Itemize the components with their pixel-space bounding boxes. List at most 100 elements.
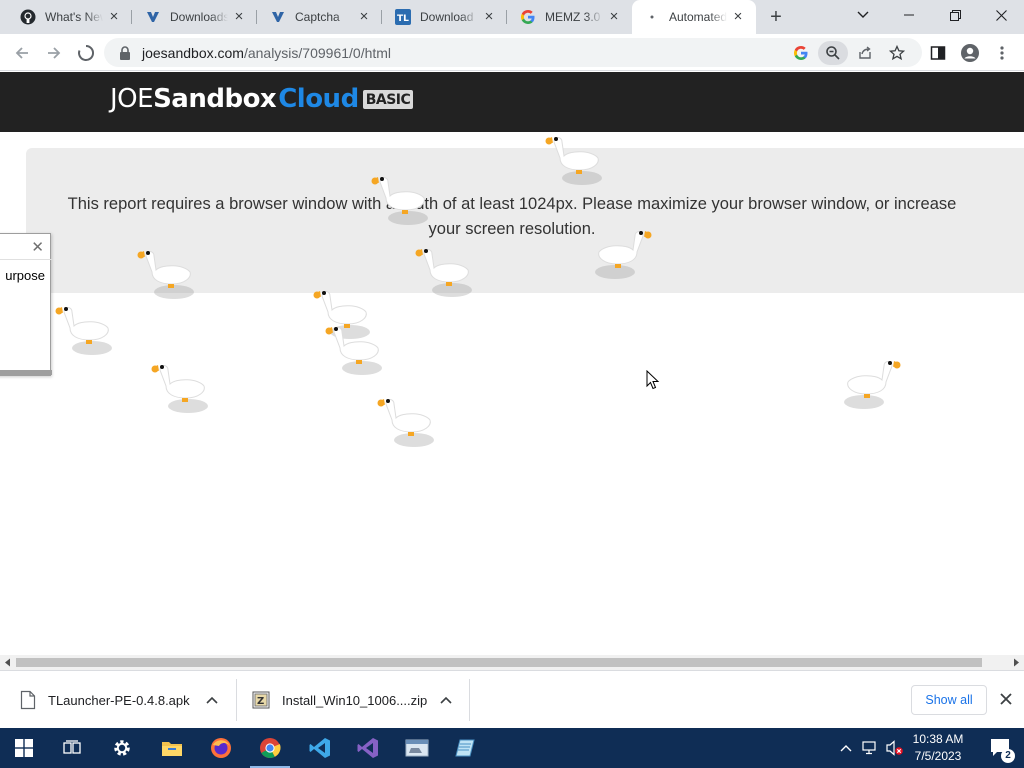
close-icon[interactable]: × [106, 9, 122, 25]
goose-icon[interactable] [585, 222, 655, 282]
popup-window[interactable]: ✕ urpose [0, 233, 52, 376]
url-path: /analysis/709961/0/html [243, 45, 392, 61]
taskbar-chrome[interactable] [246, 728, 294, 768]
download-item[interactable]: TLauncher-PE-0.4.8.apk [20, 678, 220, 722]
close-icon[interactable]: × [481, 9, 497, 25]
minimize-button[interactable] [886, 0, 932, 30]
tab-title: Downloads [170, 10, 228, 24]
forward-button[interactable] [40, 39, 68, 67]
goose-icon[interactable] [368, 168, 438, 228]
taskbar-file-explorer[interactable] [148, 728, 196, 768]
google-translate-icon[interactable] [792, 44, 810, 62]
start-button[interactable] [0, 728, 48, 768]
chevron-up-icon[interactable] [438, 692, 454, 708]
tab-captcha[interactable]: Captcha × [258, 0, 382, 34]
close-icon[interactable]: × [356, 9, 372, 25]
close-icon[interactable]: ✕ [31, 238, 44, 256]
mouse-cursor-icon [646, 370, 660, 390]
visual-studio-icon [357, 738, 378, 758]
notification-count-badge: 2 [1001, 749, 1015, 763]
task-view-icon [63, 740, 81, 754]
tab-automated[interactable]: Automated × [632, 0, 756, 34]
joesandbox-logo[interactable]: JOE Sandbox Cloud BASIC [110, 84, 414, 114]
taskbar-firefox[interactable] [197, 728, 245, 768]
task-view-button[interactable] [48, 728, 96, 768]
scroll-left-icon[interactable] [3, 658, 13, 667]
minimize-icon [904, 14, 914, 16]
volume-button[interactable] [884, 728, 906, 768]
popup-footer [0, 370, 52, 375]
network-button[interactable] [860, 728, 880, 768]
popup-titlebar [0, 234, 52, 260]
chevron-up-icon[interactable] [204, 692, 220, 708]
tab-search-button[interactable] [840, 0, 886, 30]
show-all-button[interactable]: Show all [911, 685, 987, 715]
share-icon[interactable] [856, 44, 874, 62]
scroll-right-icon[interactable] [1011, 658, 1021, 667]
gear-icon [114, 740, 130, 756]
volume-muted-icon [886, 740, 903, 756]
bookmark-star-icon[interactable] [888, 44, 906, 62]
tab-memz[interactable]: MEMZ 3.0 × [508, 0, 632, 34]
goose-icon[interactable] [52, 298, 122, 358]
taskbar-app-window[interactable] [393, 728, 441, 768]
close-icon[interactable]: × [606, 9, 622, 25]
menu-button[interactable] [988, 39, 1016, 67]
scrollbar-thumb[interactable] [16, 658, 982, 667]
chevron-up-icon [840, 745, 852, 752]
close-window-button[interactable] [978, 0, 1024, 30]
back-arrow-icon [15, 47, 28, 59]
resolution-notice-text: This report requires a browser window wi… [67, 195, 957, 238]
tab-title: MEMZ 3.0 [545, 10, 601, 24]
show-hidden-icons-button[interactable] [836, 728, 856, 768]
close-icon[interactable]: × [231, 9, 247, 25]
tab-strip: What's New × Downloads × Captcha × TL Do… [0, 0, 1024, 34]
vscode-icon [309, 738, 330, 758]
goose-icon[interactable] [148, 356, 218, 416]
goose-icon[interactable] [834, 352, 904, 412]
profile-button[interactable] [956, 39, 984, 67]
download-filename: TLauncher-PE-0.4.8.apk [48, 692, 190, 708]
horizontal-scrollbar[interactable] [0, 655, 1024, 670]
tlauncher-icon [145, 9, 161, 25]
zip-icon: Z [252, 691, 270, 709]
taskbar-notepad[interactable] [441, 728, 489, 768]
download-shelf: TLauncher-PE-0.4.8.apk Z Install_Win10_1… [0, 670, 1024, 728]
goose-icon[interactable] [322, 318, 392, 378]
close-icon[interactable]: × [730, 9, 746, 25]
loading-icon [644, 9, 660, 25]
clock-date: 7/5/2023 [914, 749, 962, 763]
goose-icon[interactable] [374, 390, 444, 450]
new-tab-button[interactable]: + [765, 6, 787, 28]
taskbar-clock[interactable]: 10:38 AM 7/5/2023 [906, 731, 970, 765]
notepad-icon [455, 739, 475, 757]
address-bar[interactable]: joesandbox.com/analysis/709961/0/html [104, 38, 922, 67]
close-icon[interactable] [998, 691, 1014, 707]
tab-separator [256, 10, 257, 24]
taskbar-settings[interactable] [98, 728, 146, 768]
windows-taskbar: 10:38 AM 7/5/2023 2 [0, 728, 1024, 768]
download-item[interactable]: Z Install_Win10_1006....zip [252, 678, 452, 722]
app-window-icon [405, 739, 429, 757]
goose-icon[interactable] [542, 128, 612, 188]
loading-spinner-icon [78, 44, 95, 61]
taskbar-azure-ide[interactable] [296, 728, 344, 768]
side-panel-button[interactable] [924, 39, 952, 67]
goose-icon[interactable] [134, 242, 204, 302]
restore-button[interactable] [932, 0, 978, 30]
notification-center-button[interactable]: 2 [980, 728, 1020, 768]
logo-basic-badge: BASIC [362, 89, 414, 109]
tab-whats-new[interactable]: What's New × [8, 0, 132, 34]
back-button[interactable] [8, 39, 36, 67]
zoom-out-icon[interactable] [818, 41, 848, 65]
taskbar-visual-studio[interactable] [344, 728, 392, 768]
forward-arrow-icon [48, 47, 61, 59]
lock-icon[interactable] [116, 44, 134, 62]
tab-download[interactable]: TL Download × [383, 0, 507, 34]
url-host: joesandbox.com [142, 45, 244, 61]
svg-text:Z: Z [257, 696, 264, 707]
stop-loading-button[interactable] [72, 39, 100, 67]
tab-downloads[interactable]: Downloads × [133, 0, 257, 34]
google-icon [520, 9, 536, 25]
goose-icon[interactable] [412, 240, 482, 300]
